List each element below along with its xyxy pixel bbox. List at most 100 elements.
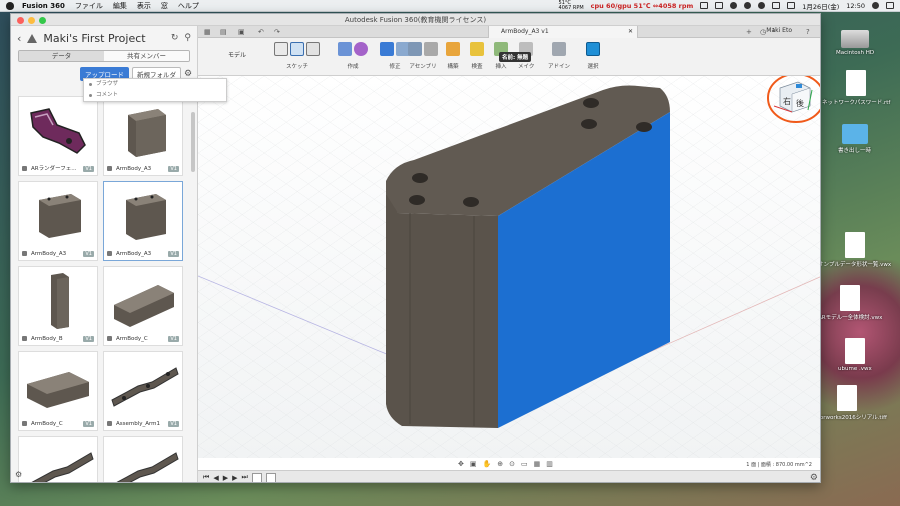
grid-menu-icon[interactable]: ▦: [204, 28, 211, 36]
window-titlebar[interactable]: Autodesk Fusion 360(教育機関ライセンス): [11, 14, 820, 26]
tab-shared-members[interactable]: 共有メンバー: [104, 51, 189, 61]
fit-icon[interactable]: ⊙: [509, 460, 515, 468]
search-icon[interactable]: ⚲: [184, 33, 191, 43]
file-name: Assembly_Arm1: [116, 421, 161, 427]
menubar-time[interactable]: 12:50: [846, 2, 865, 10]
desktop-item-hd[interactable]: Macintosh HD: [836, 30, 874, 56]
bluetooth-icon[interactable]: [744, 2, 752, 9]
timeline-sketch-item[interactable]: [251, 472, 262, 482]
toolbar-select[interactable]: 選択: [586, 42, 600, 70]
tab-data[interactable]: データ: [19, 51, 104, 61]
dropdown-item-comment[interactable]: コメント: [84, 90, 226, 101]
menu-help[interactable]: ヘルプ: [178, 1, 199, 11]
apple-icon[interactable]: [6, 1, 14, 10]
dropbox-icon[interactable]: [700, 2, 709, 9]
file-item[interactable]: [18, 436, 98, 482]
model-canvas[interactable]: 右 後: [198, 76, 821, 458]
close-window-button[interactable]: [17, 17, 24, 24]
file-item-selected[interactable]: ArmBody_A3 V1: [103, 181, 183, 261]
toolbar-assemble[interactable]: アセンブリ: [408, 42, 438, 70]
document-icon: [837, 385, 858, 411]
wifi-icon[interactable]: [758, 2, 766, 9]
file-item[interactable]: [103, 436, 183, 482]
file-item[interactable]: ARランダーフェ... V1: [18, 96, 98, 176]
document-icon: [846, 70, 867, 96]
flat-box-thumbnail: [27, 372, 89, 408]
undo-icon[interactable]: ↶: [258, 28, 264, 36]
file-item[interactable]: ArmBody_C V1: [18, 351, 98, 431]
measure-icon: [470, 42, 484, 56]
hard-drive-icon: [841, 30, 870, 48]
toolbar-modify[interactable]: 修正: [380, 42, 410, 70]
menu-edit[interactable]: 編集: [113, 1, 127, 11]
file-item[interactable]: ArmBody_A3 V1: [103, 96, 183, 176]
component-icon: [22, 166, 27, 171]
back-icon[interactable]: ‹: [17, 32, 21, 45]
desktop-item-folder[interactable]: 書き出し一時: [838, 124, 871, 154]
redo-icon[interactable]: ↷: [274, 28, 280, 36]
orbit-icon[interactable]: ✥: [458, 460, 464, 468]
zoom-icon[interactable]: ⊕: [497, 460, 503, 468]
menubar-app-name[interactable]: Fusion 360: [22, 2, 65, 10]
toolbar-create[interactable]: 作成: [338, 42, 368, 70]
menu-window[interactable]: 窓: [161, 1, 168, 11]
main-toolbar: モデル スケッチ 作成 修正 アセンブリ 構築 検査 挿入 メイク アドイン 選…: [198, 38, 820, 76]
battery-icon[interactable]: [787, 2, 796, 9]
panel-scrollbar[interactable]: [191, 112, 195, 172]
display-settings-icon[interactable]: ▭: [521, 460, 528, 468]
toolbar-inspect[interactable]: 検査: [470, 42, 484, 70]
panel-gear-icon[interactable]: ⚙: [15, 470, 22, 479]
tab-armbody[interactable]: ArmBody_A3 v1 ✕: [488, 26, 638, 38]
viewports-icon[interactable]: ▥: [546, 460, 553, 468]
workspace-switcher[interactable]: モデル: [228, 50, 246, 59]
job-status-icon[interactable]: ◷: [760, 28, 766, 36]
timeline-gear-icon[interactable]: ⚙: [810, 473, 818, 482]
volume-icon[interactable]: [772, 2, 781, 9]
close-tab-icon[interactable]: ✕: [628, 26, 633, 38]
toolbar-construct[interactable]: 構築: [446, 42, 460, 70]
menu-file[interactable]: ファイル: [75, 1, 103, 11]
cpu-readout[interactable]: cpu 60/gpu 51℃ ⇔4058 rpm: [591, 2, 694, 10]
timeline-back-icon[interactable]: ◀: [213, 474, 218, 482]
display-icon[interactable]: [715, 2, 724, 9]
desktop-item-vwx1[interactable]: サンプルデータ形状一覧.vwx: [818, 232, 891, 268]
timeline-play-icon[interactable]: ▶: [223, 474, 228, 482]
menu-view[interactable]: 表示: [137, 1, 151, 11]
file-item[interactable]: ArmBody_A3 V1: [18, 181, 98, 261]
timemachine-icon[interactable]: [730, 2, 738, 9]
zoom-window-button[interactable]: [39, 17, 46, 24]
user-name[interactable]: Maki Eto: [766, 27, 792, 34]
refresh-icon[interactable]: ↻: [171, 33, 179, 43]
timeline-extrude-item[interactable]: [265, 472, 276, 482]
minimize-window-button[interactable]: [28, 17, 35, 24]
sphere-icon: [354, 42, 368, 56]
timeline-forward-icon[interactable]: ▶: [232, 474, 237, 482]
temp-readout[interactable]: 51°C 4067 RPM: [558, 0, 584, 11]
document-icon: [844, 338, 865, 364]
menubar-date[interactable]: 1月26日(金): [802, 1, 839, 11]
desktop-item-vwx3[interactable]: ubume .vwx: [838, 338, 872, 372]
toolbar-addins[interactable]: アドイン: [548, 42, 570, 70]
spotlight-icon[interactable]: [872, 2, 879, 9]
new-tab-icon[interactable]: +: [746, 28, 752, 36]
desktop-item-rtf[interactable]: ネットワークパスワード.rtf: [822, 70, 890, 106]
desktop-item-vwx2[interactable]: ARモデル一全体検討.vwx: [818, 285, 882, 321]
timeline-end-icon[interactable]: ⏭: [241, 473, 247, 482]
save-icon[interactable]: ▣: [238, 28, 245, 36]
file-item[interactable]: ArmBody_B V1: [18, 266, 98, 346]
toolbar-sketch[interactable]: スケッチ: [274, 42, 320, 70]
grid-settings-icon[interactable]: ▦: [534, 460, 541, 468]
file-menu-icon[interactable]: ▤: [220, 28, 227, 36]
component-icon: [22, 251, 27, 256]
pan-icon[interactable]: ✋: [483, 460, 492, 468]
rpm-value: 4067 RPM: [558, 4, 584, 11]
look-at-icon[interactable]: ▣: [470, 460, 477, 468]
notification-center-icon[interactable]: [886, 2, 894, 9]
file-item[interactable]: ArmBody_C V1: [103, 266, 183, 346]
timeline-start-icon[interactable]: ⏮: [203, 473, 209, 482]
dropdown-item-browser[interactable]: ブラウザ: [84, 79, 226, 90]
hole: [636, 122, 652, 132]
file-item[interactable]: Assembly_Arm1 V1: [103, 351, 183, 431]
help-icon[interactable]: ?: [806, 28, 810, 36]
3d-viewport[interactable]: 右 後: [198, 76, 821, 458]
